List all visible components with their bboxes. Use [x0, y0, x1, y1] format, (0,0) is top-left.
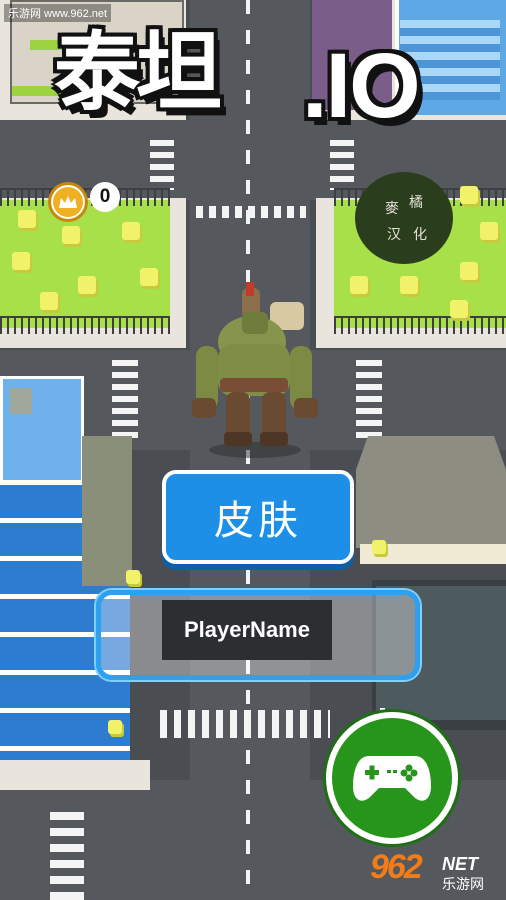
titan-character: [192, 282, 318, 458]
crown-coin-icon: [48, 182, 88, 222]
site-logo-number: 962: [370, 848, 423, 886]
coin-count: 0: [90, 182, 120, 212]
site-logo-domain: NET: [442, 854, 478, 874]
skin-button[interactable]: 皮肤: [162, 470, 354, 564]
site-watermark: 乐游网 www.962.net: [4, 4, 112, 22]
seal-char: 汉: [387, 227, 401, 243]
site-logo: 962 NET 乐游网: [370, 848, 500, 896]
play-button[interactable]: [326, 712, 458, 844]
game-title-suffix: .IO: [302, 35, 421, 137]
player-name-input[interactable]: PlayerName: [162, 600, 332, 660]
gamepad-icon: [353, 756, 431, 801]
seal-char: 化: [413, 227, 427, 243]
seal-char: 麥: [385, 201, 399, 217]
localization-seal: 麥 橘 汉 化: [355, 172, 453, 264]
game-title: 泰坦: [54, 25, 222, 121]
seal-char: 橘: [409, 195, 423, 211]
site-logo-cn: 乐游网: [442, 876, 484, 892]
